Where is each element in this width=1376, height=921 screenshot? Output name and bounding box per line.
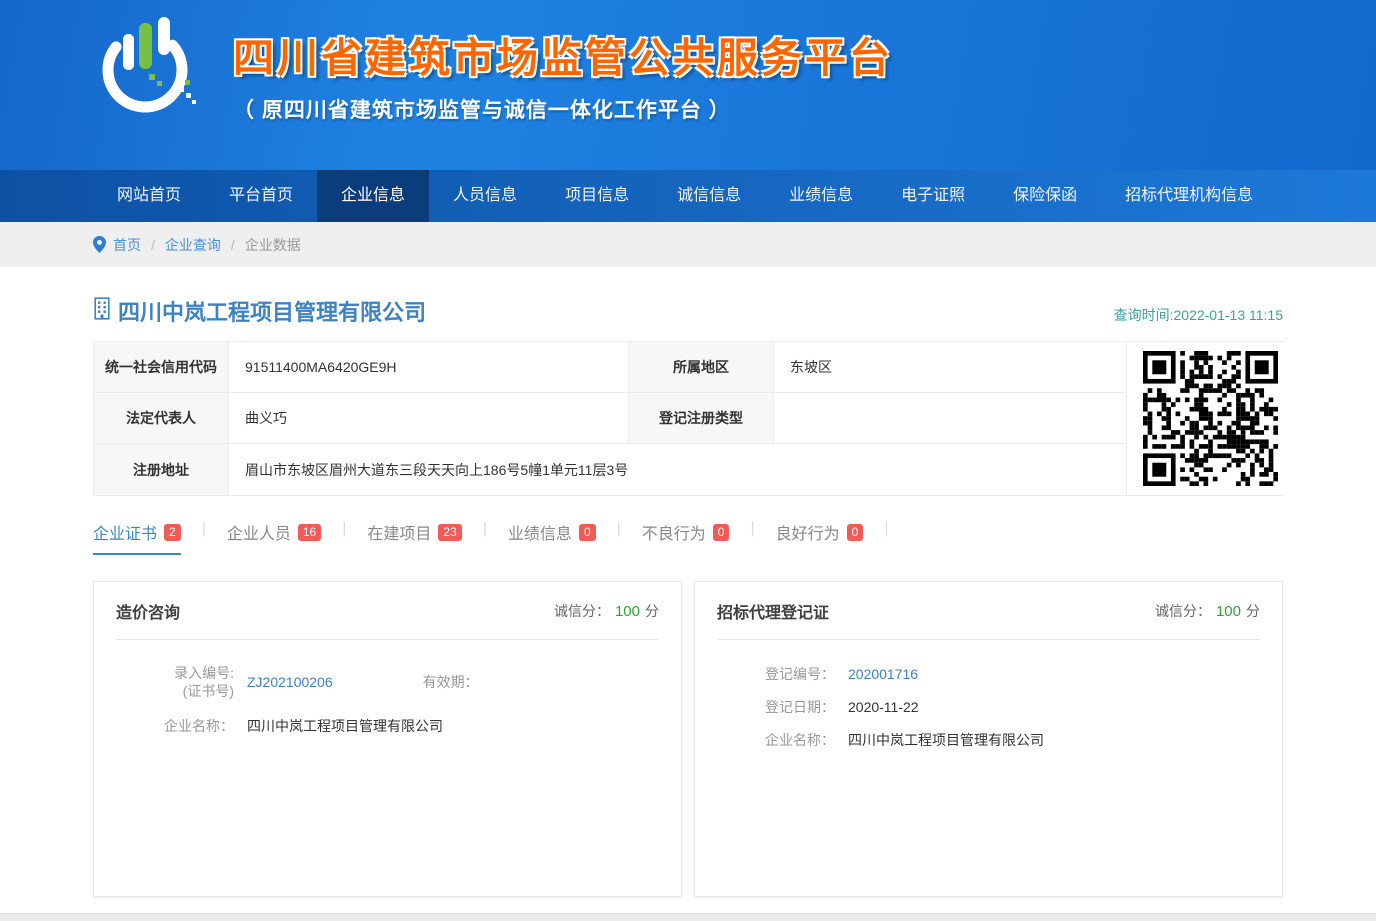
nav-item-enterprise-info[interactable]: 企业信息	[317, 170, 429, 222]
tab-count-badge: 2	[164, 524, 181, 541]
nav-item-insurance-guarantee[interactable]: 保险保函	[989, 170, 1101, 222]
tab-separator: |	[617, 520, 621, 538]
credit-score: 诚信分： 100 分	[554, 601, 659, 621]
company-header: 四川中岚工程项目管理有限公司 查询时间:2022-01-13 11:15	[93, 295, 1283, 327]
region-value: 东坡区	[774, 342, 1127, 393]
breadcrumb: 首页 / 企业查询 / 企业数据	[0, 222, 1376, 267]
site-subtitle: （ 原四川省建筑市场监管与诚信一体化工作平台 ）	[233, 94, 893, 124]
certificate-number-link[interactable]: ZJ202100206	[247, 674, 333, 690]
breadcrumb-company-search-link[interactable]: 企业查询	[165, 235, 221, 255]
score-label: 诚信分：	[1155, 603, 1211, 619]
credit-code-label: 统一社会信用代码	[94, 342, 229, 393]
qr-code-image	[1143, 351, 1278, 486]
company-name-value: 四川中岚工程项目管理有限公司	[247, 716, 443, 736]
main-content: 四川中岚工程项目管理有限公司 查询时间:2022-01-13 11:15 统一社…	[93, 295, 1283, 897]
site-header: 四川省建筑市场监管公共服务平台 （ 原四川省建筑市场监管与诚信一体化工作平台 ）	[0, 0, 1376, 170]
site-logo-icon	[93, 14, 205, 118]
breadcrumb-separator: /	[151, 237, 155, 253]
score-value: 100	[1216, 603, 1241, 620]
tab-projects-under-construction[interactable]: 在建项目 23	[367, 520, 461, 555]
breadcrumb-separator: /	[231, 237, 235, 253]
tab-performance-info[interactable]: 业绩信息 0	[508, 520, 596, 555]
address-label: 注册地址	[94, 444, 229, 495]
tab-separator: |	[483, 520, 487, 538]
query-time: 查询时间:2022-01-13 11:15	[1114, 305, 1283, 327]
tab-label: 企业证书	[93, 520, 157, 544]
tab-bad-behavior[interactable]: 不良行为 0	[642, 520, 730, 555]
tab-bar: 企业证书 2 | 企业人员 16 | 在建项目 23 | 业绩信息 0 | 不良…	[93, 520, 1283, 555]
validity-label: 有效期：	[423, 672, 479, 692]
credit-code-value: 91511400MA6420GE9H	[229, 342, 629, 393]
nav-item-e-certificate[interactable]: 电子证照	[877, 170, 989, 222]
bid-agency-card: 招标代理登记证 诚信分： 100 分 登记编号： 202001716 登记日期： 2…	[694, 581, 1283, 897]
tab-count-badge: 16	[298, 524, 321, 541]
entry-number-label: 录入编号: (证书号)	[116, 664, 234, 700]
nav-item-performance-info[interactable]: 业绩信息	[765, 170, 877, 222]
nav-item-bid-agency-info[interactable]: 招标代理机构信息	[1101, 170, 1277, 222]
legal-rep-value: 曲义巧	[229, 393, 629, 444]
breadcrumb-current-page: 企业数据	[245, 235, 301, 255]
tab-enterprise-certificates[interactable]: 企业证书 2	[93, 520, 181, 555]
score-unit: 分	[645, 603, 659, 619]
page-footer	[0, 913, 1376, 921]
tab-separator: |	[750, 520, 754, 538]
tab-count-badge: 0	[579, 524, 596, 541]
credit-score: 诚信分： 100 分	[1155, 601, 1260, 621]
main-nav: 网站首页 平台首页 企业信息 人员信息 项目信息 诚信信息 业绩信息 电子证照 …	[0, 170, 1376, 222]
nav-item-platform-home[interactable]: 平台首页	[205, 170, 317, 222]
tab-label: 不良行为	[642, 520, 706, 544]
page-root: 四川省建筑市场监管公共服务平台 （ 原四川省建筑市场监管与诚信一体化工作平台 ）…	[0, 0, 1376, 921]
company-info-table: 统一社会信用代码 91511400MA6420GE9H 所属地区 东坡区 法定代…	[93, 341, 1283, 496]
site-title: 四川省建筑市场监管公共服务平台	[233, 24, 893, 84]
breadcrumb-home-link[interactable]: 首页	[113, 235, 141, 255]
tab-separator: |	[342, 520, 346, 538]
nav-item-credit-info[interactable]: 诚信信息	[653, 170, 765, 222]
registration-date-value: 2020-11-22	[848, 699, 919, 715]
company-name-label: 企业名称：	[717, 730, 835, 750]
legal-rep-label: 法定代表人	[94, 393, 229, 444]
registration-date-label: 登记日期：	[717, 697, 835, 717]
tab-label: 企业人员	[227, 520, 291, 544]
building-icon	[93, 297, 111, 325]
tab-separator: |	[202, 520, 206, 538]
tab-label: 业绩信息	[508, 520, 572, 544]
nav-item-project-info[interactable]: 项目信息	[541, 170, 653, 222]
tab-count-badge: 0	[713, 524, 730, 541]
score-unit: 分	[1246, 603, 1260, 619]
tab-separator: |	[884, 520, 888, 538]
tab-label: 良好行为	[776, 520, 840, 544]
address-value: 眉山市东坡区眉州大道东三段天天向上186号5幢1单元11层3号	[229, 444, 1127, 495]
registration-number-link[interactable]: 202001716	[848, 666, 918, 682]
nav-item-website-home[interactable]: 网站首页	[93, 170, 205, 222]
card-title: 造价咨询	[116, 599, 180, 623]
score-value: 100	[615, 603, 640, 620]
qr-code-cell	[1127, 342, 1294, 495]
location-pin-icon	[93, 236, 106, 253]
tab-count-badge: 0	[847, 524, 864, 541]
tab-good-behavior[interactable]: 良好行为 0	[776, 520, 864, 555]
registration-number-label: 登记编号：	[717, 664, 835, 684]
card-title: 招标代理登记证	[717, 599, 829, 623]
nav-item-personnel-info[interactable]: 人员信息	[429, 170, 541, 222]
certificate-cards: 造价咨询 诚信分： 100 分 录入编号: (证书号) ZJ202100206 有效…	[93, 581, 1283, 897]
company-name-label: 企业名称：	[116, 716, 234, 736]
company-name-value: 四川中岚工程项目管理有限公司	[848, 730, 1044, 750]
cost-consulting-card: 造价咨询 诚信分： 100 分 录入编号: (证书号) ZJ202100206 有效…	[93, 581, 682, 897]
reg-type-value	[774, 393, 1127, 444]
reg-type-label: 登记注册类型	[629, 393, 774, 444]
region-label: 所属地区	[629, 342, 774, 393]
tab-label: 在建项目	[367, 520, 431, 544]
tab-enterprise-personnel[interactable]: 企业人员 16	[227, 520, 321, 555]
score-label: 诚信分：	[554, 603, 610, 619]
company-name: 四川中岚工程项目管理有限公司	[118, 295, 426, 327]
tab-count-badge: 23	[438, 524, 461, 541]
